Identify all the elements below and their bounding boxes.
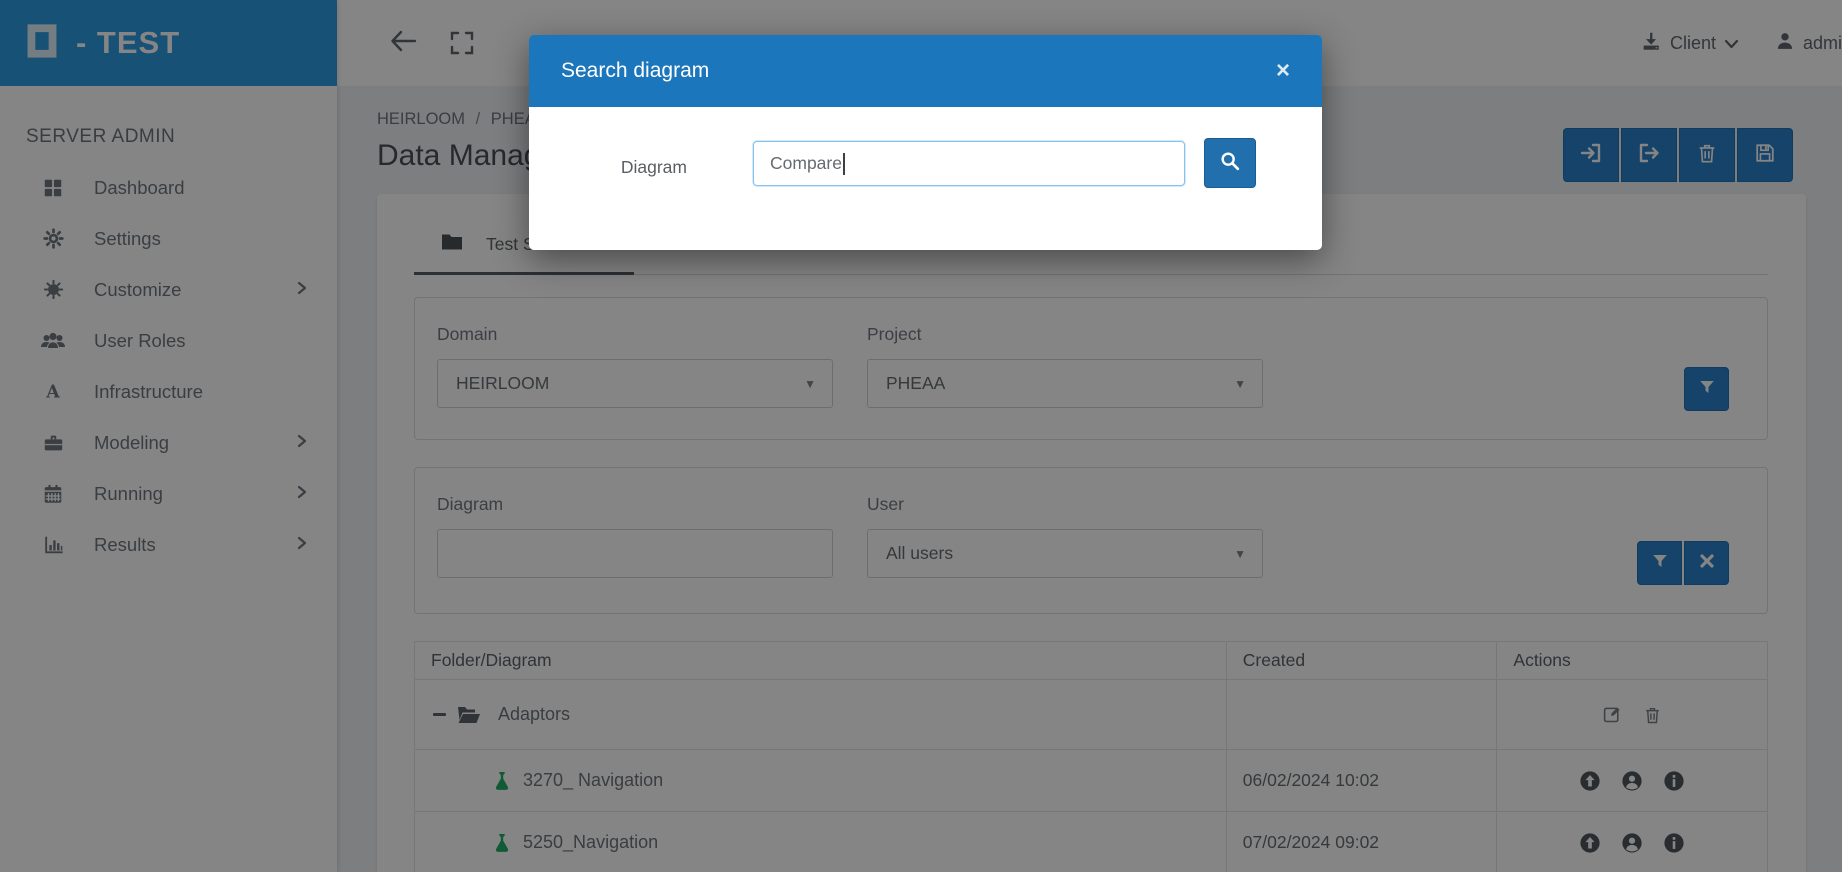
magnifier-icon (1219, 150, 1241, 177)
diagram-search-label: Diagram (620, 157, 687, 177)
close-icon[interactable]: × (1276, 59, 1290, 83)
modal-search-button[interactable] (1204, 138, 1256, 188)
diagram-search-input[interactable]: Compare (753, 141, 1185, 186)
diagram-search-value: Compare (770, 153, 842, 173)
modal-header: Search diagram × (529, 35, 1322, 107)
text-cursor (842, 152, 845, 175)
modal-title: Search diagram (561, 59, 710, 82)
modal-body: Diagram Compare (529, 107, 1322, 250)
search-diagram-modal: Search diagram × Diagram Compare (529, 35, 1322, 250)
